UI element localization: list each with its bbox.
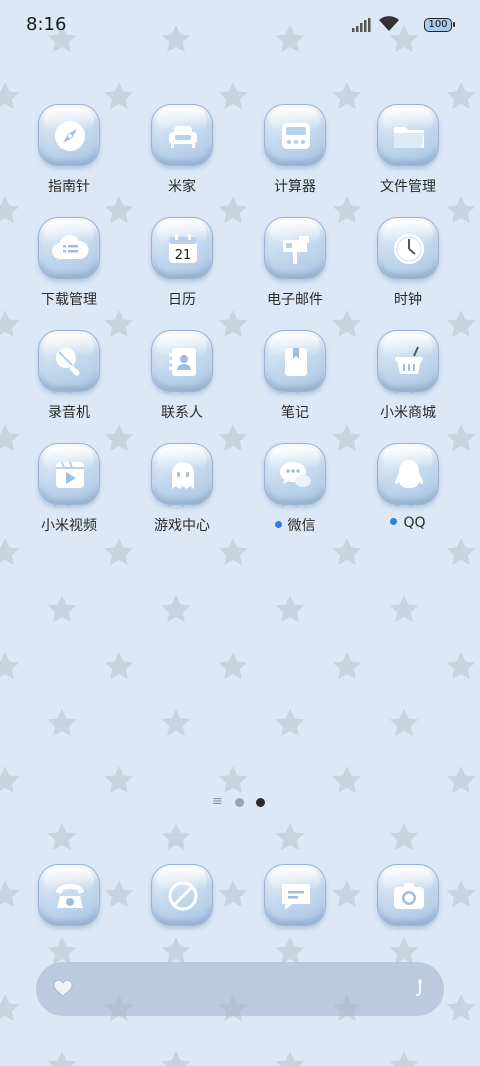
wechat-icon	[264, 443, 326, 505]
app-label: 计算器	[274, 179, 316, 195]
app-label: 游戏中心	[154, 518, 210, 534]
notification-dot	[274, 521, 282, 528]
app-label: 米家	[168, 179, 196, 195]
sofa-icon	[151, 104, 213, 166]
notification-dot	[390, 518, 398, 525]
microphone-icon	[38, 330, 100, 392]
app-file-manager[interactable]: 文件管理	[357, 104, 457, 214]
phone-icon	[38, 864, 100, 926]
status-time: 8:16	[26, 14, 67, 35]
dock-messages[interactable]	[264, 864, 326, 926]
app-label-text: 微信	[287, 518, 316, 534]
app-compass[interactable]: 指南针	[18, 104, 118, 214]
compass-icon	[38, 104, 100, 166]
app-download-manager[interactable]: 下载管理	[18, 217, 118, 327]
status-bar: 8:16 100	[0, 0, 480, 52]
app-calendar[interactable]: 21 日历	[131, 217, 231, 327]
app-label: 微信	[234, 515, 356, 535]
app-game-center[interactable]: 游戏中心	[131, 443, 231, 553]
app-clock[interactable]: 时钟	[357, 217, 457, 327]
app-qq[interactable]: QQ	[357, 443, 457, 553]
basket-icon	[377, 330, 439, 392]
wifi-icon	[379, 16, 399, 31]
qq-penguin-icon	[377, 443, 439, 505]
camera-icon	[377, 864, 439, 926]
app-mi-video[interactable]: 小米视频	[18, 443, 118, 553]
app-label: 小米视频	[41, 518, 97, 534]
app-label: 笔记	[281, 405, 309, 421]
dock-browser[interactable]	[151, 864, 213, 926]
app-label: 指南针	[48, 179, 90, 195]
status-icons: 100	[342, 16, 455, 36]
mailbox-icon	[264, 217, 326, 279]
app-email[interactable]: 电子邮件	[244, 217, 344, 327]
heart-icon	[53, 979, 73, 997]
app-label: 电子邮件	[267, 292, 323, 308]
app-label: 小米商城	[380, 405, 436, 421]
app-label: 录音机	[48, 405, 90, 421]
browser-icon	[151, 864, 213, 926]
page-dot-2-active	[256, 798, 265, 807]
app-label: 文件管理	[380, 179, 436, 195]
notebook-icon	[264, 330, 326, 392]
page-indicator[interactable]: ≡	[212, 795, 272, 809]
app-mijia[interactable]: 米家	[131, 104, 231, 214]
app-label: QQ	[347, 515, 469, 531]
app-label: 下载管理	[41, 292, 97, 308]
app-wechat[interactable]: 微信	[244, 443, 344, 553]
page-dot-1	[235, 798, 244, 807]
app-label: 时钟	[394, 292, 422, 308]
signal-icon	[352, 18, 371, 32]
app-label: 日历	[168, 292, 196, 308]
calculator-icon	[264, 104, 326, 166]
app-contacts[interactable]: 联系人	[131, 330, 231, 440]
video-player-icon	[38, 443, 100, 505]
app-notes[interactable]: 笔记	[244, 330, 344, 440]
folder-icon	[377, 104, 439, 166]
calendar-icon: 21	[151, 217, 213, 279]
dock-phone[interactable]	[38, 864, 100, 926]
calendar-date: 21	[175, 248, 192, 263]
app-recorder[interactable]: 录音机	[18, 330, 118, 440]
message-icon	[264, 864, 326, 926]
clock-icon	[377, 217, 439, 279]
voice-search-icon[interactable]	[414, 978, 426, 1000]
cloud-list-icon	[38, 217, 100, 279]
search-bar[interactable]	[36, 962, 444, 1016]
contacts-icon	[151, 330, 213, 392]
ghost-icon	[151, 443, 213, 505]
page-list-indicator: ≡	[212, 794, 223, 809]
dock-camera[interactable]	[377, 864, 439, 926]
app-mi-store[interactable]: 小米商城	[357, 330, 457, 440]
app-calculator[interactable]: 计算器	[244, 104, 344, 214]
battery-indicator: 100	[424, 18, 455, 32]
app-label-text: QQ	[403, 515, 426, 531]
app-label: 联系人	[161, 405, 203, 421]
